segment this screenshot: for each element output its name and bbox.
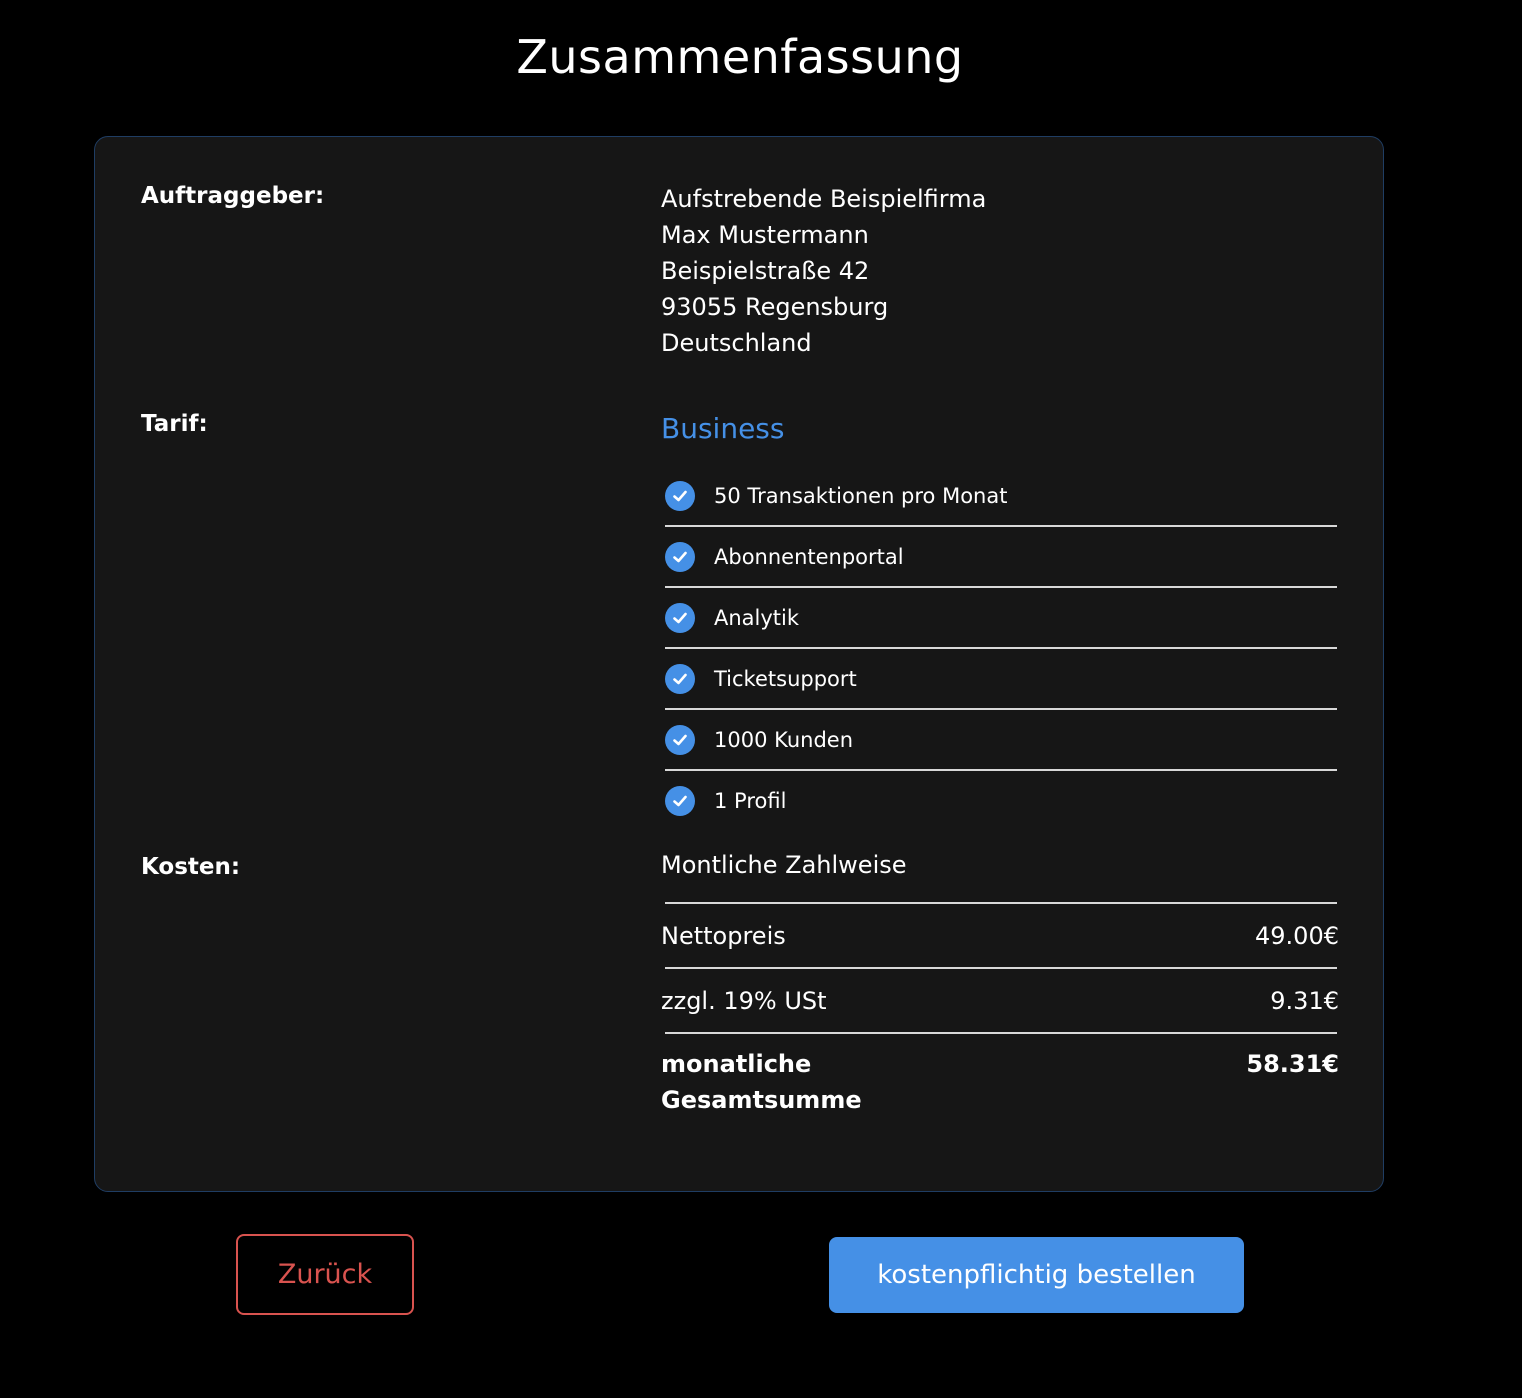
feature-text: 50 Transaktionen pro Monat bbox=[714, 483, 1008, 508]
address-line-name: Max Mustermann bbox=[661, 221, 869, 249]
check-circle-icon bbox=[665, 602, 695, 633]
feature-text: 1000 Kunden bbox=[714, 727, 854, 752]
tarif-label: Tarif: bbox=[141, 411, 208, 437]
costs-label: Kosten: bbox=[141, 854, 241, 880]
address-line-country: Deutschland bbox=[661, 329, 812, 357]
address-line-street: Beispielstraße 42 bbox=[661, 257, 870, 285]
total-label-line1: monatliche bbox=[661, 1050, 812, 1078]
page-title: Zusammenfassung bbox=[516, 30, 964, 84]
feature-item: Abonnentenportal bbox=[665, 527, 1337, 588]
check-circle-icon bbox=[665, 785, 695, 816]
tax-row: zzgl. 19% USt 9.31€ bbox=[661, 969, 1339, 1032]
check-circle-icon bbox=[665, 663, 695, 694]
order-button[interactable]: kostenpflichtig bestellen bbox=[829, 1237, 1244, 1313]
summary-card: Auftraggeber: Aufstrebende Beispielfirma… bbox=[94, 136, 1384, 1192]
total-label: monatliche Gesamtsumme bbox=[661, 1046, 862, 1118]
feature-item: Analytik bbox=[665, 588, 1337, 649]
summary-page: Zusammenfassung Auftraggeber: Aufstreben… bbox=[0, 0, 1522, 1398]
check-circle-icon bbox=[665, 724, 695, 755]
feature-list: 50 Transaktionen pro Monat Abonnentenpor… bbox=[665, 466, 1337, 830]
total-row: monatliche Gesamtsumme 58.31€ bbox=[661, 1034, 1339, 1118]
feature-text: Abonnentenportal bbox=[714, 544, 904, 569]
tarif-section: Business 50 Transaktionen pro Monat Abon… bbox=[661, 409, 1339, 830]
feature-item: 50 Transaktionen pro Monat bbox=[665, 466, 1337, 527]
feature-text: Analytik bbox=[714, 605, 800, 630]
feature-item: 1 Profil bbox=[665, 771, 1337, 830]
check-circle-icon bbox=[665, 480, 695, 511]
tax-label: zzgl. 19% USt bbox=[661, 986, 827, 1015]
tax-value: 9.31€ bbox=[1270, 986, 1339, 1015]
costs-section: Montliche Zahlweise Nettopreis 49.00€ zz… bbox=[661, 851, 1339, 1118]
net-price-value: 49.00€ bbox=[1255, 921, 1339, 950]
client-address: Aufstrebende Beispielfirma Max Musterman… bbox=[661, 181, 1339, 361]
feature-text: 1 Profil bbox=[714, 788, 787, 813]
net-price-label: Nettopreis bbox=[661, 921, 786, 950]
total-value: 58.31€ bbox=[1246, 1050, 1339, 1078]
total-label-line2: Gesamtsumme bbox=[661, 1086, 862, 1114]
tarif-name: Business bbox=[661, 412, 785, 445]
net-price-row: Nettopreis 49.00€ bbox=[661, 904, 1339, 967]
check-circle-icon bbox=[665, 541, 695, 572]
feature-item: 1000 Kunden bbox=[665, 710, 1337, 771]
address-line-city: 93055 Regensburg bbox=[661, 293, 889, 321]
address-line-company: Aufstrebende Beispielfirma bbox=[661, 185, 987, 213]
feature-text: Ticketsupport bbox=[714, 666, 857, 691]
payment-mode: Montliche Zahlweise bbox=[661, 851, 1339, 902]
feature-item: Ticketsupport bbox=[665, 649, 1337, 710]
back-button[interactable]: Zurück bbox=[236, 1234, 414, 1315]
client-label: Auftraggeber: bbox=[141, 183, 325, 209]
payment-mode-text: Montliche Zahlweise bbox=[661, 851, 907, 879]
